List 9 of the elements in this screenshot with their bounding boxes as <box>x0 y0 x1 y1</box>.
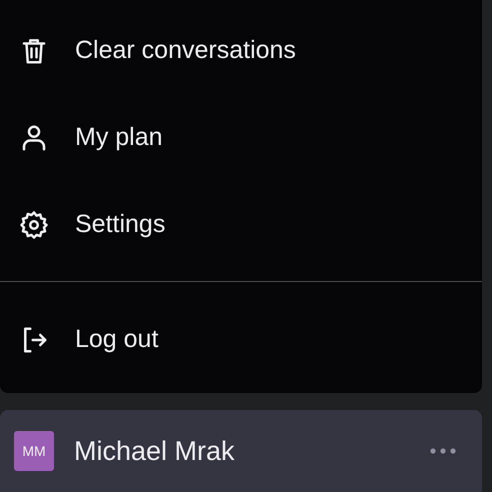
menu-item[interactable]: My plan <box>0 94 482 181</box>
avatar: MM <box>14 431 54 471</box>
more-icon[interactable] <box>430 448 456 454</box>
menu-item[interactable]: Clear conversations <box>0 7 482 94</box>
user-name: Michael Mrak <box>74 434 235 468</box>
user-button[interactable]: MM Michael Mrak <box>0 410 482 492</box>
menu-item[interactable]: Log out <box>0 296 482 383</box>
menu-item[interactable]: Settings <box>0 181 482 268</box>
settings-icon <box>19 210 49 240</box>
